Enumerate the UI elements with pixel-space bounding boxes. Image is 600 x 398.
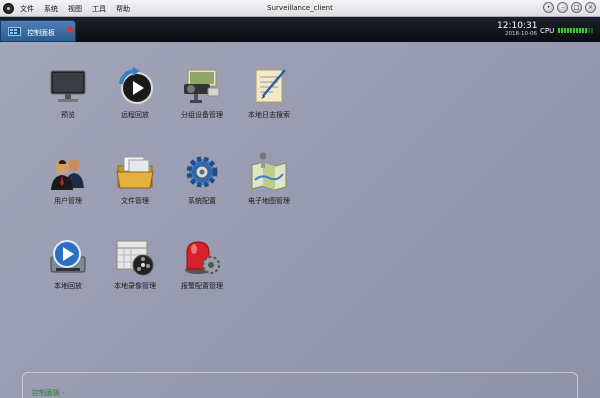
control-panel-icon xyxy=(8,27,21,36)
grid-item-label: 分组设备管理 xyxy=(181,111,223,119)
grid-item-label: 本地回放 xyxy=(54,282,82,290)
cpu-meter-bar xyxy=(582,28,584,33)
grid-item-label: 用户管理 xyxy=(54,197,82,205)
clock-date: 2018-10-06 xyxy=(505,31,537,37)
cpu-meter-bar xyxy=(561,28,563,33)
log-search-icon xyxy=(255,69,286,103)
device-group-icon xyxy=(184,69,220,103)
map-icon xyxy=(251,152,287,191)
gear-icon xyxy=(186,156,218,188)
close-icon[interactable]: × xyxy=(585,2,596,13)
grid-item-label: 电子地图管理 xyxy=(248,197,290,205)
local-playback-icon xyxy=(50,240,86,273)
cpu-meter-bar xyxy=(558,28,560,33)
grid-item-emap[interactable]: 电子地图管理 xyxy=(239,152,299,205)
grid-item-label: 预览 xyxy=(61,111,75,119)
grid-item-system-config[interactable]: 系统配置 xyxy=(172,152,232,205)
tab-label: 控制面板 xyxy=(27,29,55,37)
cpu-meter xyxy=(558,28,593,33)
window-controls: • – □ × xyxy=(543,2,596,13)
grid-item-remote-playback[interactable]: 远程回放 xyxy=(105,66,165,119)
minimize-icon[interactable]: – xyxy=(557,2,568,13)
tab-bar: 控制面板 12:10:31 2018-10-06 CPU xyxy=(0,17,600,42)
cpu-meter-bar xyxy=(588,28,590,33)
cpu-meter-bar xyxy=(564,28,566,33)
grid-item-label: 本地录像管理 xyxy=(114,282,156,290)
cpu-meter-bar xyxy=(579,28,581,33)
title-bar: 文件 系统 视图 工具 帮助 Surveillance_client • – □… xyxy=(0,0,600,17)
maximize-icon[interactable]: □ xyxy=(571,2,582,13)
grid-item-log-search[interactable]: 本地日志搜索 xyxy=(239,66,299,119)
remote-playback-icon xyxy=(119,67,153,104)
function-grid: 预览 远程回放 分组设备管理 本地日志搜索 用户管理 文件管理 系统配置 电子地… xyxy=(38,66,338,326)
grid-item-device-group[interactable]: 分组设备管理 xyxy=(172,66,232,119)
grid-item-local-playback[interactable]: 本地回放 xyxy=(38,237,98,290)
settings-icon[interactable]: • xyxy=(543,2,554,13)
cpu-meter-bar xyxy=(591,28,593,33)
cpu-meter-bar xyxy=(585,28,587,33)
window-title: Surveillance_client xyxy=(267,4,333,12)
alarm-icon xyxy=(185,241,220,274)
tab-close-icon[interactable] xyxy=(67,27,73,33)
bottom-panel xyxy=(22,372,578,398)
grid-item-label: 本地日志搜索 xyxy=(248,111,290,119)
main-panel: 预览 远程回放 分组设备管理 本地日志搜索 用户管理 文件管理 系统配置 电子地… xyxy=(0,42,600,398)
users-icon xyxy=(51,159,84,190)
bottom-panel-label: 控制面板 - xyxy=(32,389,65,397)
grid-item-users[interactable]: 用户管理 xyxy=(38,152,98,205)
grid-item-preview[interactable]: 预览 xyxy=(38,66,98,119)
cpu-label: CPU xyxy=(540,27,555,35)
grid-item-label: 报警配置管理 xyxy=(181,282,223,290)
grid-item-label: 文件管理 xyxy=(121,197,149,205)
monitor-icon xyxy=(50,70,86,102)
cpu-meter-bar xyxy=(570,28,572,33)
local-record-icon xyxy=(116,240,154,276)
folder-icon xyxy=(116,156,154,189)
grid-item-alarm-config[interactable]: 报警配置管理 xyxy=(172,237,232,290)
tab-control-panel[interactable]: 控制面板 xyxy=(0,20,76,42)
cpu-meter-bar xyxy=(573,28,575,33)
grid-item-label: 远程回放 xyxy=(121,111,149,119)
grid-item-local-record[interactable]: 本地录像管理 xyxy=(105,237,165,290)
grid-item-file-manager[interactable]: 文件管理 xyxy=(105,152,165,205)
grid-item-label: 系统配置 xyxy=(188,197,216,205)
clock-time: 12:10:31 xyxy=(497,21,538,31)
cpu-meter-bar xyxy=(567,28,569,33)
cpu-meter-bar xyxy=(576,28,578,33)
